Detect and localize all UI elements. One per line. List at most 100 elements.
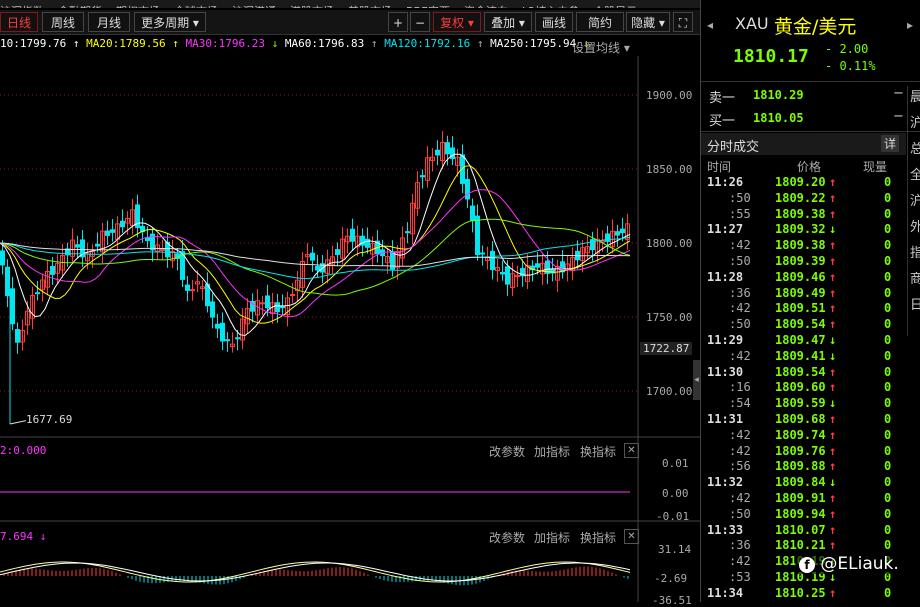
- side-tab-item[interactable]: 外: [910, 216, 920, 235]
- indicator2-swap-button[interactable]: 换指标: [580, 529, 616, 546]
- fuquan-dropdown[interactable]: 复权 ▾: [433, 12, 481, 32]
- side-tab-item[interactable]: 总: [910, 138, 920, 157]
- side-tab-item[interactable]: 全: [910, 164, 920, 183]
- indicator1-close-icon[interactable]: ✕: [624, 443, 639, 458]
- trade-time: 11:26: [707, 175, 744, 189]
- period-week-button[interactable]: 周线: [42, 12, 84, 32]
- up-arrow-icon: ↑: [829, 443, 837, 458]
- up-arrow-icon: ↑: [829, 491, 837, 505]
- period-day-button[interactable]: 日线: [0, 12, 38, 32]
- ind1-axis-label: -0.01: [656, 510, 690, 523]
- trade-row: 11:27 1809.32 ↓ 0: [701, 222, 906, 238]
- market-menu-item[interactable]: 资金流向: [464, 5, 508, 8]
- indicator1-add-button[interactable]: 加指标: [534, 443, 570, 460]
- collapse-panel-handle[interactable]: ◂: [693, 360, 700, 400]
- market-menu-item[interactable]: BBE实票: [406, 5, 450, 8]
- side-tab-item[interactable]: 晨: [910, 86, 920, 105]
- trades-title[interactable]: 分时成交: [707, 136, 759, 155]
- col-volume: 现量: [863, 160, 888, 174]
- market-menu-item[interactable]: 美股市场: [348, 5, 392, 8]
- candle-body: [365, 238, 370, 248]
- indicator2-add-button[interactable]: 加指标: [534, 529, 570, 546]
- symbol-name: 黄金/美元: [774, 16, 857, 38]
- trade-row: :50 1809.54 ↑ 0: [701, 317, 906, 333]
- trade-price: 1809.20: [775, 175, 826, 189]
- candle-body: [260, 302, 265, 305]
- market-menu-item[interactable]: 期权市场: [116, 5, 160, 8]
- indicator1-change-button[interactable]: 改参数: [489, 443, 525, 460]
- market-menu-item[interactable]: 个股风云: [593, 5, 637, 8]
- prev-symbol-icon[interactable]: ◂: [707, 18, 713, 32]
- candle-body: [210, 301, 215, 318]
- up-arrow-icon: ↑: [829, 175, 837, 189]
- candle-body: [350, 228, 355, 242]
- ma-settings-dropdown[interactable]: 设置均线 ▾: [572, 39, 630, 56]
- side-tab-item[interactable]: 日: [910, 294, 920, 313]
- candle-body: [15, 329, 20, 343]
- trade-volume: 0: [884, 412, 892, 426]
- market-menu-item[interactable]: 金融期货: [58, 5, 102, 8]
- up-arrow-icon: ↑: [829, 317, 837, 332]
- candle-body: [445, 142, 450, 155]
- trade-row: 11:26 1809.20 ↑ 0: [701, 175, 906, 191]
- trade-row: :42 1809.51 ↑ 0: [701, 301, 906, 317]
- candle-body: [315, 266, 320, 271]
- price-change: - 2.00: [825, 42, 869, 56]
- trade-row: :36 1809.49 ↑ 0: [701, 286, 906, 302]
- simple-mode-button[interactable]: 简约: [576, 12, 624, 32]
- ask1-price: 1810.29: [753, 88, 804, 102]
- up-arrow-icon: ↑: [829, 522, 837, 537]
- indicator2-close-icon[interactable]: ✕: [624, 529, 639, 544]
- trades-detail-button[interactable]: 详: [881, 135, 900, 152]
- side-tab-item[interactable]: 沪: [910, 190, 920, 209]
- trade-price: 1809.22: [775, 190, 826, 205]
- trade-time: :54: [729, 396, 751, 411]
- kline-chart[interactable]: [0, 56, 700, 602]
- price-axis-label: 1750.00: [646, 311, 693, 324]
- side-tab-item[interactable]: 指: [910, 242, 920, 261]
- trade-volume: 0: [884, 254, 892, 268]
- trade-time: :56: [729, 459, 751, 474]
- watermark: f @ELiauk.: [795, 554, 903, 574]
- market-menu-item[interactable]: L2核心内参: [522, 5, 579, 8]
- indicator1-swap-button[interactable]: 换指标: [580, 443, 616, 460]
- trade-time: 11:28: [707, 269, 744, 284]
- indicator2-change-button[interactable]: 改参数: [489, 529, 525, 546]
- bid1-label: 买一: [709, 114, 736, 129]
- candle-body: [185, 284, 190, 291]
- trade-price: 1810.07: [775, 522, 826, 537]
- ma60-value: MA60:1796.83: [284, 37, 365, 50]
- trade-row: 11:31 1809.68 ↑ 0: [701, 412, 906, 428]
- side-tab-item[interactable]: 沪: [910, 112, 920, 131]
- market-menu-item[interactable]: 沪深港通: [232, 5, 276, 8]
- trade-time: 11:32: [707, 475, 744, 490]
- next-symbol-icon[interactable]: ▸: [907, 18, 913, 32]
- trade-row: :55 1809.38 ↑ 0: [701, 207, 906, 223]
- draw-line-button[interactable]: 画线: [535, 12, 573, 32]
- market-menu-item[interactable]: 沪深指数: [0, 5, 44, 8]
- candle-body: [220, 322, 225, 342]
- expand-icon[interactable]: ⛶: [673, 12, 693, 32]
- zoom-in-button[interactable]: +: [388, 12, 408, 32]
- trade-volume: 0: [884, 491, 892, 505]
- trade-volume: 0: [884, 459, 892, 474]
- up-arrow-icon: ↑: [829, 190, 837, 205]
- ind2-axis-label: -2.69: [654, 572, 688, 585]
- hide-dropdown[interactable]: 隐藏 ▾: [626, 12, 670, 32]
- zoom-out-button[interactable]: −: [410, 12, 430, 32]
- overlay-dropdown[interactable]: 叠加 ▾: [484, 12, 532, 32]
- market-menu-item[interactable]: 全球市场: [174, 5, 218, 8]
- more-periods-dropdown[interactable]: 更多周期 ▾: [134, 12, 206, 32]
- trade-price: 1809.38: [775, 238, 826, 253]
- candle-body: [310, 252, 315, 261]
- trade-time: :42: [729, 554, 751, 569]
- candle-body: [475, 215, 480, 256]
- period-month-button[interactable]: 月线: [88, 12, 130, 32]
- up-arrow-icon: ↑: [829, 301, 837, 316]
- col-time: 时间: [707, 160, 732, 174]
- candle-body: [535, 263, 540, 268]
- trade-time: :50: [729, 254, 751, 268]
- side-tab-item[interactable]: 商: [910, 268, 920, 287]
- market-menu-item[interactable]: 港股市场: [290, 5, 334, 8]
- trade-price: 1810.25: [775, 585, 826, 600]
